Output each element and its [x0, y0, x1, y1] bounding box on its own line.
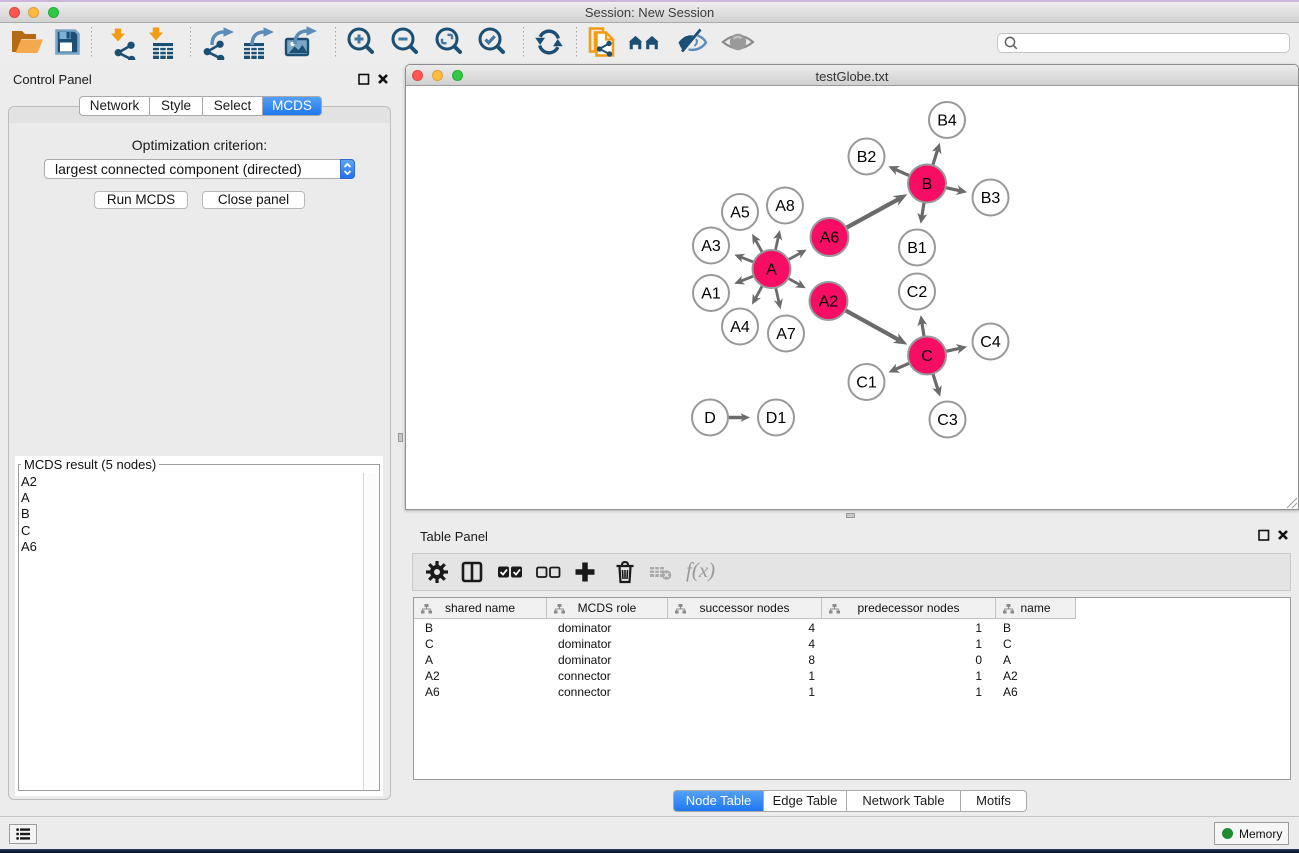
- svg-text:A4: A4: [730, 319, 750, 336]
- svg-text:A1: A1: [701, 286, 721, 303]
- svg-text:C2: C2: [907, 284, 928, 301]
- svg-text:A3: A3: [701, 238, 721, 255]
- svg-text:D: D: [704, 410, 716, 427]
- svg-text:B1: B1: [907, 240, 927, 257]
- svg-text:B3: B3: [981, 190, 1001, 207]
- svg-text:B4: B4: [937, 113, 957, 130]
- svg-text:A2: A2: [819, 294, 839, 311]
- svg-text:C1: C1: [856, 375, 877, 392]
- svg-text:A6: A6: [820, 230, 840, 247]
- svg-text:D1: D1: [766, 410, 787, 427]
- svg-text:A8: A8: [775, 198, 795, 215]
- svg-text:A5: A5: [730, 205, 750, 222]
- svg-text:A: A: [766, 262, 777, 279]
- svg-text:C4: C4: [980, 334, 1001, 351]
- svg-text:B2: B2: [857, 149, 877, 166]
- svg-text:C: C: [921, 348, 933, 365]
- svg-text:B: B: [922, 176, 933, 193]
- svg-text:C3: C3: [937, 412, 958, 429]
- svg-text:A7: A7: [776, 326, 796, 343]
